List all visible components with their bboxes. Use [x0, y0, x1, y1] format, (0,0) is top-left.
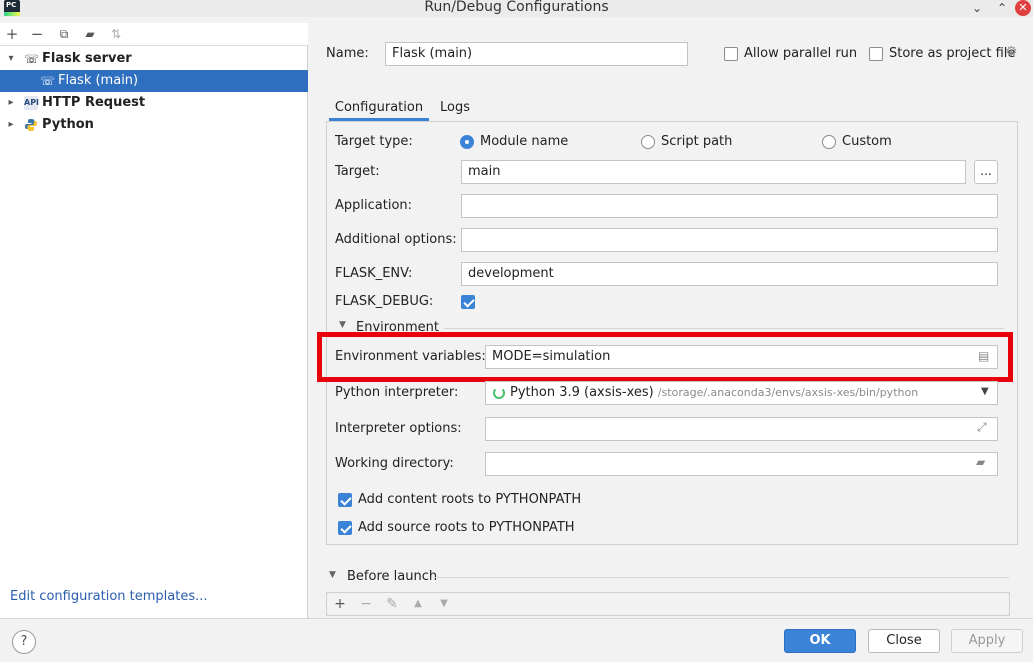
remove-icon[interactable]: −: [27, 25, 47, 43]
minimize-icon[interactable]: ⌄: [968, 0, 986, 16]
tree-item-http-request[interactable]: ▸ API HTTP Request: [0, 92, 308, 114]
flask-debug-checkbox[interactable]: [461, 295, 475, 309]
before-launch-toolbar: + − ✎ ▲ ▼: [326, 592, 1010, 616]
python-interpreter-label: Python interpreter:: [335, 385, 459, 400]
loading-spinner-icon: [493, 387, 505, 399]
application-label: Application:: [335, 198, 413, 213]
section-divider: [444, 328, 1004, 329]
store-as-project-file-checkbox[interactable]: [869, 47, 883, 61]
configurations-tree-panel: + − ⧉ ▰ ⇅ ▾ ☏ Flask server ☏ Flask (main…: [0, 23, 308, 618]
add-source-roots-label: Add source roots to PYTHONPATH: [358, 520, 575, 535]
chevron-right-icon[interactable]: ▸: [5, 114, 17, 136]
flask-icon: ☏: [24, 52, 40, 66]
target-type-label: Target type:: [335, 134, 413, 149]
edit-icon[interactable]: ✎: [382, 594, 402, 614]
tree-item-label: HTTP Request: [42, 95, 146, 110]
working-directory-label: Working directory:: [335, 456, 454, 471]
chevron-down-icon[interactable]: ▼: [339, 320, 346, 330]
module-name-radio[interactable]: [460, 135, 474, 149]
flask-debug-label: FLASK_DEBUG:: [335, 294, 434, 309]
copy-icon[interactable]: ⧉: [54, 25, 74, 43]
allow-parallel-run-label: Allow parallel run: [744, 46, 858, 61]
tree-item-flask-server[interactable]: ▾ ☏ Flask server: [0, 48, 308, 70]
interpreter-name: Python 3.9 (axsis-xes): [510, 385, 654, 400]
section-divider: [434, 577, 1009, 578]
interpreter-options-field[interactable]: [485, 417, 998, 441]
additional-options-label: Additional options:: [335, 232, 457, 247]
tree-item-label: Flask (main): [58, 73, 139, 88]
module-name-label: Module name: [480, 134, 569, 149]
tree-item-python[interactable]: ▸ Python: [0, 114, 308, 136]
target-field[interactable]: main: [461, 160, 966, 184]
interpreter-options-label: Interpreter options:: [335, 421, 462, 436]
flask-icon: ☏: [40, 74, 56, 88]
name-field[interactable]: Flask (main): [385, 42, 688, 66]
application-field[interactable]: [461, 194, 998, 218]
dialog-button-bar: ? OK Close Apply: [0, 618, 1033, 662]
api-icon: API: [24, 96, 39, 110]
tree-item-label: Flask server: [42, 51, 132, 66]
script-path-radio[interactable]: [641, 135, 655, 149]
store-as-project-file-label: Store as project file: [889, 46, 1016, 61]
tree-toolbar: + − ⧉ ▰ ⇅: [0, 23, 308, 46]
dropdown-arrow-icon[interactable]: ▼: [981, 386, 989, 397]
script-path-label: Script path: [661, 134, 733, 149]
custom-label: Custom: [842, 134, 892, 149]
remove-icon[interactable]: −: [356, 594, 376, 614]
tree-item-flask-main[interactable]: ☏ Flask (main): [0, 70, 308, 92]
before-launch-title[interactable]: Before launch: [347, 569, 437, 584]
browse-target-button[interactable]: ...: [974, 160, 998, 184]
chevron-down-icon[interactable]: ▾: [5, 48, 17, 70]
tree-item-label: Python: [42, 117, 94, 132]
folder-icon[interactable]: ▰: [80, 25, 100, 43]
ok-button[interactable]: OK: [784, 629, 856, 653]
edit-configuration-templates-link[interactable]: Edit configuration templates...: [10, 589, 208, 604]
target-label: Target:: [335, 164, 380, 179]
tab-configuration[interactable]: Configuration: [329, 95, 429, 121]
additional-options-field[interactable]: [461, 228, 998, 252]
custom-radio[interactable]: [822, 135, 836, 149]
working-directory-field[interactable]: [485, 452, 998, 476]
add-content-roots-label: Add content roots to PYTHONPATH: [358, 492, 582, 507]
add-icon[interactable]: +: [330, 594, 350, 614]
expand-icon[interactable]: ⤢: [977, 420, 987, 435]
tab-logs[interactable]: Logs: [437, 95, 473, 121]
maximize-icon[interactable]: ⌃: [993, 0, 1011, 16]
allow-parallel-run-checkbox[interactable]: [724, 47, 738, 61]
gear-icon[interactable]: ⚙: [1005, 44, 1018, 60]
configuration-editor: Name: Flask (main) Allow parallel run St…: [309, 23, 1033, 618]
help-button[interactable]: ?: [12, 630, 36, 654]
sort-icon[interactable]: ⇅: [106, 25, 126, 43]
highlight-box: [317, 332, 1013, 382]
chevron-down-icon[interactable]: ▼: [329, 570, 336, 580]
python-icon: [24, 118, 38, 132]
add-icon[interactable]: +: [2, 25, 22, 43]
window-title: Run/Debug Configurations: [424, 0, 609, 15]
flask-env-label: FLASK_ENV:: [335, 266, 413, 281]
folder-icon[interactable]: ▰: [976, 455, 985, 469]
add-content-roots-checkbox[interactable]: [338, 493, 352, 507]
chevron-right-icon[interactable]: ▸: [5, 92, 17, 114]
title-bar: PC Run/Debug Configurations ⌄ ⌃ ✕: [0, 0, 1033, 17]
apply-button[interactable]: Apply: [951, 629, 1023, 653]
name-label: Name:: [326, 46, 369, 61]
close-window-icon[interactable]: ✕: [1015, 0, 1031, 16]
flask-env-field[interactable]: development: [461, 262, 998, 286]
move-down-icon[interactable]: ▼: [434, 594, 454, 614]
close-button[interactable]: Close: [868, 629, 940, 653]
interpreter-path: /storage/.anaconda3/envs/axsis-xes/bin/p…: [657, 386, 919, 399]
add-source-roots-checkbox[interactable]: [338, 521, 352, 535]
move-up-icon[interactable]: ▲: [408, 594, 428, 614]
python-interpreter-dropdown[interactable]: Python 3.9 (axsis-xes) /storage/.anacond…: [485, 381, 998, 405]
